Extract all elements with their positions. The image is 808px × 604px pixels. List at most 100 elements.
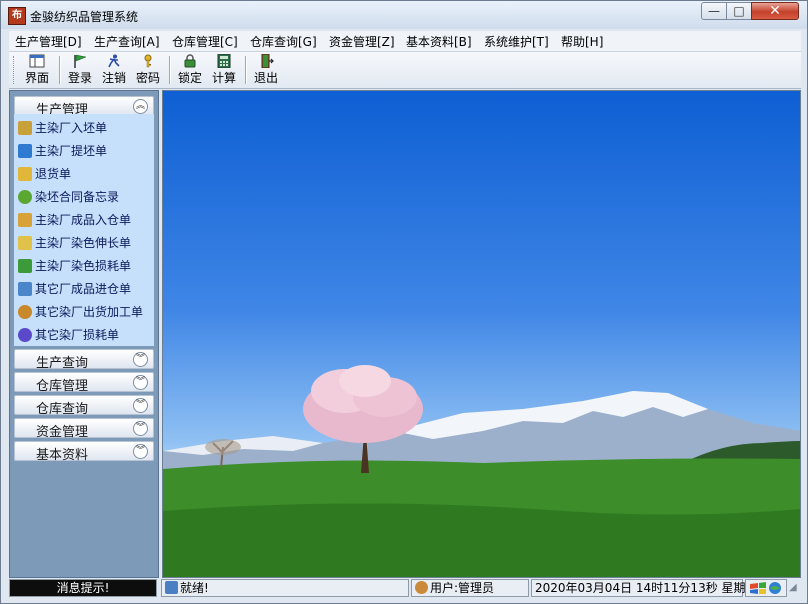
lock-icon	[184, 54, 196, 68]
chevron-down-icon[interactable]: ︾	[133, 375, 148, 390]
document-icon	[18, 282, 32, 296]
calc-label: 计算	[211, 71, 236, 85]
status-bar: 消息提示! 就绪! 用户:管理员 2020年03月04日 14时11分13秒 星…	[9, 579, 801, 597]
chevron-down-icon[interactable]: ︾	[133, 444, 148, 459]
ready-text: 就绪!	[180, 581, 209, 595]
chevron-down-icon[interactable]: ︾	[133, 398, 148, 413]
user-text: 用户:管理员	[430, 581, 495, 595]
sidebar-item-label: 主染厂成品入仓单	[35, 213, 132, 227]
exit-door-icon	[261, 54, 274, 68]
sidebar-item-return[interactable]: 退货单	[18, 165, 71, 185]
sidebar-item-label: 其它染厂出货加工单	[35, 305, 144, 319]
message-panel: 消息提示!	[9, 579, 157, 597]
sidebar-item-label: 主染厂提坯单	[35, 144, 108, 158]
minimize-icon: —	[708, 4, 720, 18]
interface-label: 界面	[24, 71, 49, 85]
login-button[interactable]: 登录	[65, 54, 95, 86]
sidebar-item-label: 染坯合同备忘录	[35, 190, 120, 204]
maximize-button[interactable]: □	[726, 2, 752, 20]
lock-button[interactable]: 锁定	[175, 54, 205, 86]
toolbar-grip[interactable]	[13, 56, 17, 84]
chevron-down-icon[interactable]: ︾	[133, 421, 148, 436]
tag-icon	[18, 236, 32, 250]
running-man-icon	[108, 54, 120, 68]
sidebar-item-label: 主染厂染色伸长单	[35, 236, 132, 250]
calc-button[interactable]: 计算	[209, 54, 239, 86]
chevron-down-icon[interactable]: ︾	[133, 352, 148, 367]
close-button[interactable]: ✕	[751, 2, 799, 20]
window-layout-icon	[29, 54, 45, 68]
tools-icon	[18, 121, 32, 135]
chevron-up-icon[interactable]: ︽	[133, 99, 148, 114]
calculator-icon	[217, 54, 231, 68]
toolbar-separator	[169, 56, 171, 84]
menu-warehouse-manage[interactable]: 仓库管理[C]	[172, 33, 238, 50]
login-label: 登录	[67, 71, 92, 85]
interface-button[interactable]: 界面	[22, 54, 52, 86]
production-manage-items: 主染厂入坯单 主染厂提坯单 退货单 染坯合同备忘录 主染厂成品入仓单 主染厂染色…	[14, 114, 154, 346]
sidebar-item-finished-inbound[interactable]: 主染厂成品入仓单	[18, 211, 131, 231]
sidebar-item-other-finished-inbound[interactable]: 其它厂成品进仓单	[18, 280, 131, 300]
lock-label: 锁定	[177, 71, 202, 85]
minimize-button[interactable]: —	[701, 2, 727, 20]
password-label: 密码	[135, 71, 160, 85]
group-header-warehouse-query[interactable]: 仓库查询 ︾	[14, 395, 154, 417]
logout-label: 注销	[101, 71, 126, 85]
sidebar-item-other-loss[interactable]: 其它染厂损耗单	[18, 326, 119, 346]
menu-production-query[interactable]: 生产查询[A]	[94, 33, 160, 50]
flag-icon	[74, 54, 87, 68]
recycle-icon	[18, 259, 32, 273]
menu-warehouse-query[interactable]: 仓库查询[G]	[250, 33, 317, 50]
menu-production-manage[interactable]: 生产管理[D]	[15, 33, 82, 50]
users-icon	[415, 581, 428, 594]
user-panel: 用户:管理员	[411, 579, 529, 597]
sidebar-item-label: 退货单	[35, 167, 72, 181]
leaf-icon	[18, 190, 32, 204]
app-logo-icon: 布	[8, 7, 26, 25]
menu-basic-data[interactable]: 基本资料[B]	[406, 33, 472, 50]
menu-bar: 生产管理[D] 生产查询[A] 仓库管理[C] 仓库查询[G] 资金管理[Z] …	[9, 31, 801, 52]
sidebar-item-label: 其它染厂损耗单	[35, 328, 120, 342]
toolbar-separator	[245, 56, 247, 84]
password-button[interactable]: 密码	[133, 54, 163, 86]
exit-button[interactable]: 退出	[251, 54, 281, 86]
navigation-sidebar: 生产管理 ︽ 主染厂入坯单 主染厂提坯单 退货单 染坯合同备忘录 主染厂成品入仓…	[9, 90, 159, 578]
sidebar-item-dye-stretch[interactable]: 主染厂染色伸长单	[18, 234, 131, 254]
sidebar-item-label: 其它厂成品进仓单	[35, 282, 132, 296]
group-label: 仓库管理	[36, 379, 89, 394]
landscape-illustration	[163, 365, 800, 577]
sidebar-item-pick-greige[interactable]: 主染厂提坯单	[18, 142, 107, 162]
sidebar-item-contract-memo[interactable]: 染坯合同备忘录	[18, 188, 119, 208]
datetime-panel: 2020年03月04日 14时11分13秒 星期三	[531, 579, 758, 597]
group-header-production-query[interactable]: 生产查询 ︾	[14, 349, 154, 371]
status-icon	[165, 581, 178, 594]
globe-user-icon	[18, 305, 32, 319]
window-title: 金骏纺织品管理系统	[30, 10, 139, 24]
close-icon: ✕	[769, 3, 781, 19]
sidebar-item-label: 主染厂入坯单	[35, 121, 108, 135]
group-label: 基本资料	[36, 448, 89, 463]
menu-system-maintenance[interactable]: 系统维护[T]	[484, 33, 549, 50]
group-label: 生产查询	[36, 356, 89, 371]
menu-funds-manage[interactable]: 资金管理[Z]	[329, 33, 395, 50]
menu-help[interactable]: 帮助[H]	[561, 33, 603, 50]
group-header-basic-data[interactable]: 基本资料 ︾	[14, 441, 154, 463]
resize-grip-icon[interactable]: ◢	[789, 581, 801, 595]
background-landscape-image	[162, 90, 801, 578]
toolbar: 界面 登录 注销 密码 锁定 计算 退出	[9, 52, 801, 89]
exit-label: 退出	[253, 71, 278, 85]
sidebar-item-other-outbound-processing[interactable]: 其它染厂出货加工单	[18, 303, 143, 323]
group-label: 资金管理	[36, 425, 89, 440]
key-icon	[144, 54, 152, 68]
logout-button[interactable]: 注销	[99, 54, 129, 86]
sidebar-item-receive-greige[interactable]: 主染厂入坯单	[18, 119, 107, 139]
group-header-funds-manage[interactable]: 资金管理 ︾	[14, 418, 154, 440]
orb-icon	[18, 328, 32, 342]
sidebar-item-label: 主染厂染色损耗单	[35, 259, 132, 273]
group-header-production-manage[interactable]: 生产管理 ︽	[14, 96, 154, 118]
group-header-warehouse-manage[interactable]: 仓库管理 ︾	[14, 372, 154, 394]
maximize-icon: □	[733, 4, 745, 18]
sidebar-item-dye-loss[interactable]: 主染厂染色损耗单	[18, 257, 131, 277]
tray-panel	[745, 579, 787, 597]
grid-blocks-icon	[18, 144, 32, 158]
